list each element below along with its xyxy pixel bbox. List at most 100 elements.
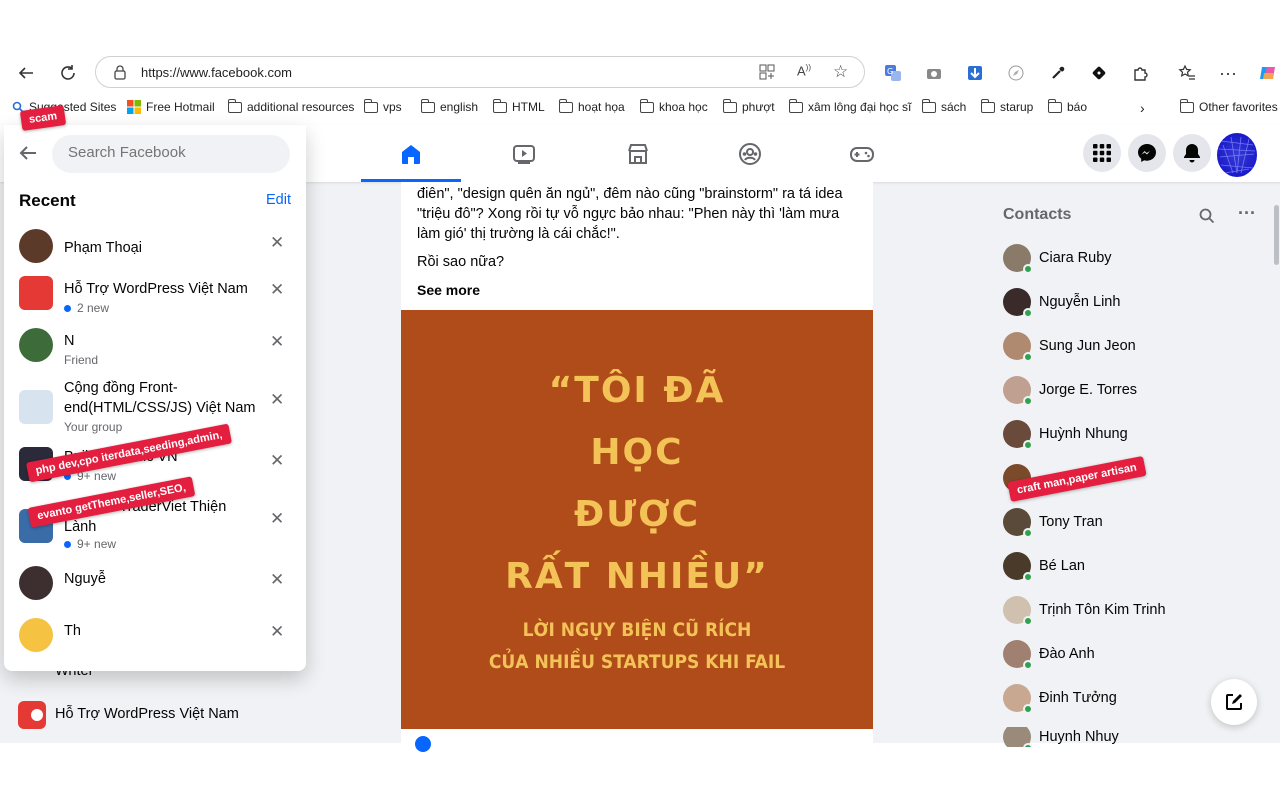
bookmark-other-favorites[interactable]: Other favorites: [1180, 98, 1278, 114]
bookmark-folder[interactable]: additional resources: [228, 98, 354, 114]
folder-icon: [640, 98, 654, 113]
camera-icon[interactable]: [924, 63, 944, 83]
copilot-icon[interactable]: [1258, 63, 1278, 83]
tab-home[interactable]: [361, 125, 461, 182]
notifications-button[interactable]: [1173, 134, 1211, 172]
online-status-icon: [1023, 743, 1033, 747]
remove-recent-icon[interactable]: ✕: [270, 280, 284, 300]
tab-gaming[interactable]: [812, 125, 912, 182]
recent-item-name: Hỗ Trợ WordPress Việt Nam: [64, 281, 248, 297]
remove-recent-icon[interactable]: ✕: [270, 451, 284, 471]
remove-recent-icon[interactable]: ✕: [270, 570, 284, 590]
bookmark-label: phượt: [742, 100, 775, 114]
remove-recent-icon[interactable]: ✕: [270, 622, 284, 642]
post-image[interactable]: “TÔI ĐÃ HỌC ĐƯỢC RẤT NHIỀU” LỜI NGỤY BIỆ…: [401, 310, 873, 729]
bookmark-folder[interactable]: english: [421, 98, 478, 114]
recent-item[interactable]: Nguyễ ✕: [4, 566, 306, 612]
favorites-list-icon[interactable]: [1177, 63, 1197, 83]
contact-item[interactable]: Nguyễn Linh: [1003, 287, 1120, 318]
bookmark-label: xâm lông đại học sĩ: [808, 100, 912, 114]
compass-extension-icon[interactable]: [1006, 63, 1026, 83]
recent-item[interactable]: Cộng đồng Front-end(HTML/CSS/JS) Việt Na…: [4, 378, 306, 444]
edit-recent-link[interactable]: Edit: [266, 192, 291, 208]
bookmark-label: Free Hotmail: [146, 100, 215, 114]
bookmark-free-hotmail[interactable]: Free Hotmail: [127, 100, 215, 114]
contact-item[interactable]: Huynh Nhuy: [1003, 727, 1119, 747]
bookmark-folder[interactable]: starup: [981, 98, 1033, 114]
contact-avatar: [1003, 244, 1033, 274]
bookmark-folder[interactable]: HTML: [493, 98, 545, 114]
contact-item[interactable]: Bé Lan: [1003, 551, 1085, 582]
recent-item-subtitle-text: 2 new: [77, 301, 110, 315]
bookmark-folder[interactable]: phượt: [723, 98, 775, 114]
search-input[interactable]: [68, 144, 268, 161]
bookmark-folder[interactable]: hoạt họa: [559, 98, 625, 114]
contacts-more-icon[interactable]: ···: [1238, 203, 1256, 224]
messenger-button[interactable]: [1128, 134, 1166, 172]
back-arrow-icon[interactable]: [18, 144, 38, 167]
recent-item-subtitle: Friend: [64, 353, 98, 367]
download-icon[interactable]: [965, 63, 985, 83]
contact-item[interactable]: Huỳnh Nhung: [1003, 419, 1128, 450]
refresh-icon[interactable]: [58, 63, 78, 83]
address-bar[interactable]: https://www.facebook.com A)) ☆: [95, 56, 865, 88]
more-menu-icon[interactable]: ···: [1218, 63, 1238, 83]
extensions-puzzle-icon[interactable]: [1131, 63, 1151, 83]
poster-subline: LỜI NGỤY BIỆN CŨ RÍCH: [522, 619, 752, 641]
poster-line: ĐƯỢC: [573, 494, 701, 535]
bookmark-folder[interactable]: khoa học: [640, 98, 708, 114]
profile-avatar[interactable]: [1217, 133, 1257, 177]
tab-groups[interactable]: [700, 125, 800, 182]
contact-item[interactable]: Ciara Ruby: [1003, 243, 1112, 274]
bookmark-folder[interactable]: vps: [364, 98, 402, 114]
contact-item[interactable]: Đinh Tưởng: [1003, 683, 1117, 714]
menu-grid-button[interactable]: [1083, 134, 1121, 172]
contact-item[interactable]: Tony Tran: [1003, 507, 1103, 538]
remove-recent-icon[interactable]: ✕: [270, 233, 284, 253]
contact-name: Huỳnh Nhung: [1039, 426, 1128, 442]
contact-item[interactable]: Jorge E. Torres: [1003, 375, 1137, 406]
eyedropper-icon[interactable]: [1048, 63, 1068, 83]
url-text[interactable]: https://www.facebook.com: [141, 65, 292, 80]
contacts-search-icon[interactable]: [1199, 208, 1215, 229]
read-aloud-icon[interactable]: A)): [797, 63, 811, 78]
remove-recent-icon[interactable]: ✕: [270, 390, 284, 410]
new-message-button[interactable]: [1211, 679, 1257, 725]
see-more-link[interactable]: See more: [417, 280, 857, 300]
online-status-icon: [1023, 528, 1033, 538]
tag-extension-icon[interactable]: [1089, 63, 1109, 83]
unread-dot-icon: [64, 540, 71, 548]
search-input-wrap[interactable]: [52, 135, 290, 173]
bookmark-folder[interactable]: sách: [922, 98, 966, 114]
recent-item-subtitle-text: 9+ new: [77, 537, 117, 551]
folder-icon: [789, 98, 803, 113]
scrollbar-thumb[interactable]: [1274, 205, 1279, 265]
chevron-right-icon[interactable]: ›: [1140, 100, 1145, 116]
lock-icon[interactable]: [114, 65, 126, 85]
recent-item[interactable]: N Friend ✕: [4, 328, 306, 374]
contact-name: Sung Jun Jeon: [1039, 338, 1136, 354]
app-available-icon[interactable]: [759, 64, 775, 85]
recent-avatar: [19, 566, 53, 600]
tab-video[interactable]: [474, 125, 574, 182]
sidebar-item-wordpress[interactable]: Hỗ Trợ WordPress Việt Nam: [55, 706, 239, 722]
contact-item[interactable]: Đào Anh: [1003, 639, 1095, 670]
remove-recent-icon[interactable]: ✕: [270, 332, 284, 352]
bookmark-folder[interactable]: xâm lông đại học sĩ: [789, 98, 912, 114]
bookmark-folder[interactable]: báo: [1048, 98, 1087, 114]
contact-name: Đinh Tưởng: [1039, 690, 1117, 706]
contact-avatar: [1003, 684, 1033, 714]
recent-item[interactable]: Hỗ Trợ WordPress Việt Nam 2 new ✕: [4, 276, 306, 322]
tab-marketplace[interactable]: [588, 125, 688, 182]
recent-item[interactable]: Phạm Thoại ✕: [4, 229, 306, 275]
recent-item-name: Th: [64, 623, 81, 639]
favorite-star-icon[interactable]: ☆: [833, 62, 848, 82]
page-scrollbar[interactable]: [1272, 185, 1280, 740]
recent-item[interactable]: Th ✕: [4, 618, 306, 664]
translate-icon[interactable]: G: [883, 63, 903, 83]
back-arrow-icon[interactable]: [16, 63, 36, 83]
contact-item[interactable]: Trịnh Tôn Kim Trinh: [1003, 595, 1166, 626]
contact-item[interactable]: Sung Jun Jeon: [1003, 331, 1136, 362]
feed-post: điên", "design quên ăn ngủ", đêm nào cũn…: [401, 182, 873, 752]
remove-recent-icon[interactable]: ✕: [270, 509, 284, 529]
